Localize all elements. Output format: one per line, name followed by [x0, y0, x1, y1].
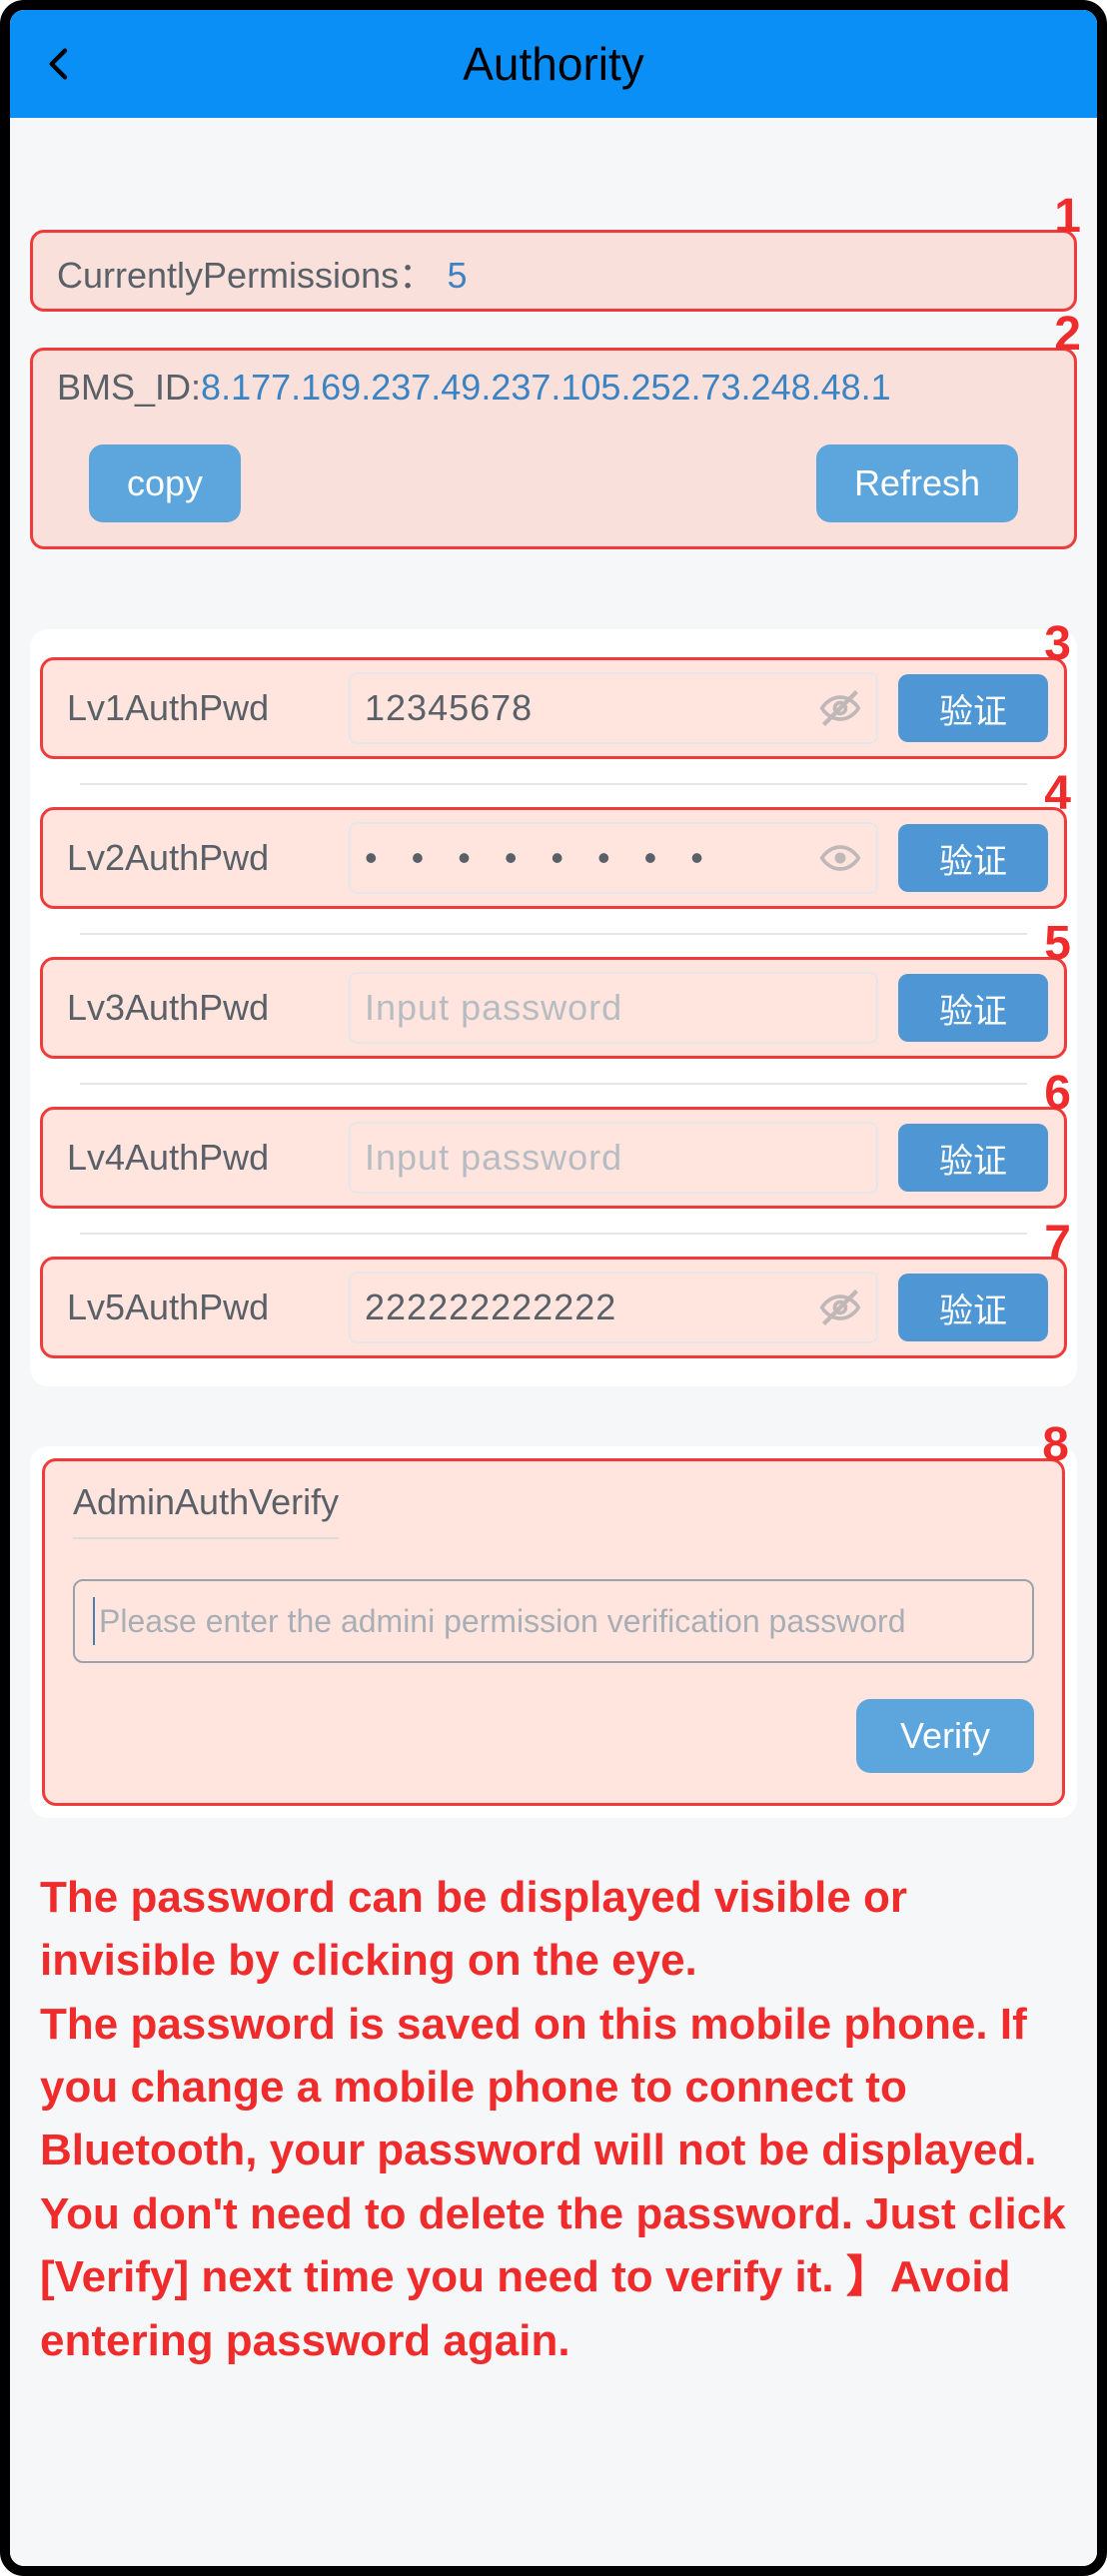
- refresh-button[interactable]: Refresh: [816, 444, 1018, 522]
- annotation-number: 5: [1044, 916, 1070, 971]
- admin-verify-button[interactable]: Verify: [856, 1699, 1034, 1773]
- eye-off-icon[interactable]: [818, 686, 862, 730]
- back-icon[interactable]: [40, 44, 80, 84]
- lv2-input[interactable]: • • • • • • • •: [349, 822, 878, 894]
- lv1-label: Lv1AuthPwd: [59, 687, 349, 729]
- lv4-input[interactable]: Input password: [349, 1122, 878, 1194]
- lv4-verify-button[interactable]: 验证: [898, 1124, 1048, 1192]
- annotation-number: 6: [1044, 1066, 1070, 1121]
- current-permissions-value: 5: [448, 255, 468, 296]
- annotation-number: 8: [1042, 1417, 1068, 1472]
- admin-verify-card: 8 AdminAuthVerify Please enter the admin…: [30, 1446, 1077, 1818]
- admin-password-placeholder: Please enter the admini permission verif…: [99, 1603, 906, 1640]
- annotation-number: 7: [1044, 1216, 1070, 1271]
- instruction-text: The password can be displayed visible or…: [30, 1866, 1077, 2372]
- text-cursor-icon: [93, 1597, 95, 1645]
- annotation-number: 3: [1044, 616, 1070, 671]
- lv2-label: Lv2AuthPwd: [59, 837, 349, 879]
- eye-icon[interactable]: [818, 836, 862, 880]
- lv4-row: 6 Lv4AuthPwd Input password 验证: [40, 1107, 1067, 1209]
- lv5-label: Lv5AuthPwd: [59, 1287, 349, 1328]
- eye-off-icon[interactable]: [818, 1286, 862, 1329]
- lv1-input-value: 12345678: [365, 687, 818, 729]
- bms-id-label: BMS_ID:: [57, 367, 201, 408]
- lv2-verify-button[interactable]: 验证: [898, 824, 1048, 892]
- lv1-row: 3 Lv1AuthPwd 12345678 验证: [40, 657, 1067, 759]
- lv4-input-placeholder: Input password: [365, 1137, 862, 1179]
- lv5-input-value: 222222222222: [365, 1287, 818, 1328]
- annotation-number: 4: [1044, 766, 1070, 821]
- lv3-label: Lv3AuthPwd: [59, 987, 349, 1029]
- lv4-label: Lv4AuthPwd: [59, 1137, 349, 1179]
- annotation-number: 1: [1054, 189, 1080, 244]
- lv3-verify-button[interactable]: 验证: [898, 974, 1048, 1042]
- lv3-row: 5 Lv3AuthPwd Input password 验证: [40, 957, 1067, 1059]
- copy-button[interactable]: copy: [89, 444, 241, 522]
- current-permissions-label: CurrentlyPermissions：: [57, 255, 435, 296]
- admin-password-input[interactable]: Please enter the admini permission verif…: [73, 1579, 1034, 1663]
- current-permissions-panel: 1 CurrentlyPermissions： 5: [30, 230, 1077, 312]
- lv2-row: 4 Lv2AuthPwd • • • • • • • • 验证: [40, 807, 1067, 909]
- lv2-input-value: • • • • • • • •: [365, 837, 818, 879]
- app-header: Authority: [10, 10, 1097, 118]
- bms-id-panel: 2 BMS_ID:8.177.169.237.49.237.105.252.73…: [30, 348, 1077, 549]
- admin-verify-panel: 8 AdminAuthVerify Please enter the admin…: [42, 1458, 1065, 1806]
- lv5-row: 7 Lv5AuthPwd 222222222222 验证: [40, 1257, 1067, 1358]
- annotation-number: 2: [1054, 307, 1080, 362]
- lv1-input[interactable]: 12345678: [349, 672, 878, 744]
- bms-id-value: 8.177.169.237.49.237.105.252.73.248.48.1: [201, 367, 891, 408]
- lv5-input[interactable]: 222222222222: [349, 1272, 878, 1343]
- lv3-input-placeholder: Input password: [365, 987, 862, 1029]
- instruction-line-1: The password can be displayed visible or…: [40, 1866, 1067, 1993]
- lv3-input[interactable]: Input password: [349, 972, 878, 1044]
- page-title: Authority: [10, 37, 1097, 91]
- lv1-verify-button[interactable]: 验证: [898, 674, 1048, 742]
- admin-verify-title: AdminAuthVerify: [73, 1481, 339, 1539]
- password-levels-card: 3 Lv1AuthPwd 12345678 验证: [30, 629, 1077, 1386]
- instruction-line-2: The password is saved on this mobile pho…: [40, 1993, 1067, 2372]
- lv5-verify-button[interactable]: 验证: [898, 1274, 1048, 1341]
